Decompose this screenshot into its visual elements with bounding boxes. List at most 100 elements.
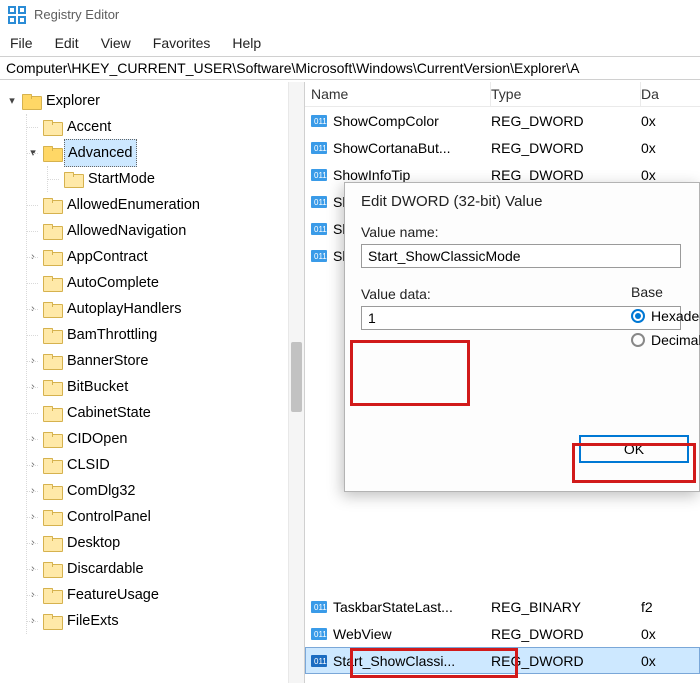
- tree-item[interactable]: › Desktop: [27, 530, 304, 556]
- tree-item-explorer[interactable]: ▾ Explorer: [6, 88, 304, 114]
- chevron-right-icon: ›: [27, 374, 39, 400]
- reg-value-icon: 011: [311, 113, 327, 129]
- radio-hexadecimal[interactable]: Hexadecima: [631, 304, 700, 328]
- tree-item[interactable]: StartMode: [48, 166, 304, 192]
- svg-text:011: 011: [314, 630, 327, 639]
- tree-label: Desktop: [67, 530, 120, 556]
- column-type[interactable]: Type: [491, 82, 641, 106]
- row-data: 0x: [641, 167, 700, 183]
- folder-icon: [43, 224, 61, 238]
- chevron-right-icon: ›: [27, 556, 39, 582]
- chevron-right-icon: ›: [27, 608, 39, 634]
- address-bar[interactable]: Computer\HKEY_CURRENT_USER\Software\Micr…: [0, 56, 700, 80]
- scrollbar-thumb[interactable]: [291, 342, 302, 412]
- tree-item[interactable]: CabinetState: [27, 400, 304, 426]
- tree-item[interactable]: AllowedEnumeration: [27, 192, 304, 218]
- radio-icon: [631, 333, 645, 347]
- row-data: 0x: [641, 140, 700, 156]
- tree-item[interactable]: › ComDlg32: [27, 478, 304, 504]
- menu-help[interactable]: Help: [232, 30, 261, 56]
- reg-value-icon: 011: [311, 167, 327, 183]
- folder-icon: [43, 614, 61, 628]
- reg-value-icon: 011: [311, 599, 327, 615]
- reg-value-icon: 011: [311, 653, 327, 669]
- tree-label: CIDOpen: [67, 426, 127, 452]
- tree-item[interactable]: › BitBucket: [27, 374, 304, 400]
- row-data: 0x: [641, 653, 700, 669]
- value-name-label: Value name:: [361, 224, 699, 240]
- tree-item[interactable]: BamThrottling: [27, 322, 304, 348]
- folder-icon: [43, 588, 61, 602]
- row-name: ShowInfoTip: [333, 167, 410, 183]
- radio-decimal[interactable]: Decimal: [631, 328, 700, 352]
- tree-item[interactable]: › FileExts: [27, 608, 304, 634]
- list-header[interactable]: Name Type Da: [305, 82, 700, 107]
- tree-label: ComDlg32: [67, 478, 136, 504]
- svg-text:011: 011: [314, 171, 327, 180]
- list-row[interactable]: 011 Start_ShowClassi... REG_DWORD 0x: [305, 647, 700, 674]
- chevron-right-icon: ›: [27, 530, 39, 556]
- list-row[interactable]: 011 TaskbarStateLast... REG_BINARY f2: [305, 593, 700, 620]
- folder-icon: [43, 250, 61, 264]
- tree-item[interactable]: Accent: [27, 114, 304, 140]
- tree-label: ControlPanel: [67, 504, 151, 530]
- tree-label: BitBucket: [67, 374, 128, 400]
- value-name-input[interactable]: [361, 244, 681, 268]
- tree-label: BannerStore: [67, 348, 148, 374]
- folder-icon: [43, 458, 61, 472]
- row-type: REG_DWORD: [491, 140, 641, 156]
- regedit-icon: [8, 6, 26, 24]
- folder-icon: [43, 510, 61, 524]
- row-name: TaskbarStateLast...: [333, 599, 453, 615]
- chevron-right-icon: ›: [27, 348, 39, 374]
- column-name[interactable]: Name: [311, 82, 491, 106]
- menu-edit[interactable]: Edit: [55, 30, 79, 56]
- tree-item[interactable]: › FeatureUsage: [27, 582, 304, 608]
- menu-favorites[interactable]: Favorites: [153, 30, 211, 56]
- chevron-right-icon: ›: [27, 452, 39, 478]
- edit-dword-dialog[interactable]: Edit DWORD (32-bit) Value Value name: Va…: [344, 182, 700, 492]
- menu-view[interactable]: View: [101, 30, 131, 56]
- list-row[interactable]: [305, 539, 700, 566]
- row-type: REG_DWORD: [491, 626, 641, 642]
- folder-icon: [43, 484, 61, 498]
- tree-label: CabinetState: [67, 400, 151, 426]
- folder-icon: [43, 146, 61, 160]
- ok-button[interactable]: OK: [579, 435, 689, 463]
- tree-item[interactable]: › BannerStore: [27, 348, 304, 374]
- list-row[interactable]: 011 ShowCortanaBut... REG_DWORD 0x: [305, 134, 700, 161]
- chevron-right-icon: ›: [27, 582, 39, 608]
- tree-item[interactable]: AllowedNavigation: [27, 218, 304, 244]
- tree-pane[interactable]: ▾ Explorer Accent ▾ Advanced StartMode A…: [0, 82, 305, 683]
- list-row[interactable]: [305, 566, 700, 593]
- tree-item[interactable]: › CIDOpen: [27, 426, 304, 452]
- base-label: Base: [631, 284, 700, 300]
- reg-value-icon: 011: [311, 140, 327, 156]
- folder-icon: [64, 172, 82, 186]
- folder-icon: [43, 302, 61, 316]
- folder-icon: [43, 432, 61, 446]
- tree-item[interactable]: › CLSID: [27, 452, 304, 478]
- list-row[interactable]: [305, 512, 700, 539]
- folder-icon: [43, 120, 61, 134]
- tree-item[interactable]: › Discardable: [27, 556, 304, 582]
- row-name: WebView: [333, 626, 392, 642]
- tree-scrollbar[interactable]: [288, 82, 304, 683]
- tree-item[interactable]: › AutoplayHandlers: [27, 296, 304, 322]
- tree-label: Advanced: [64, 139, 137, 167]
- chevron-right-icon: ›: [27, 478, 39, 504]
- list-row[interactable]: 011 WebView REG_DWORD 0x: [305, 620, 700, 647]
- tree-item[interactable]: › ControlPanel: [27, 504, 304, 530]
- tree-item[interactable]: › AppContract: [27, 244, 304, 270]
- tree-item[interactable]: ▾ Advanced: [27, 140, 304, 166]
- tree-item[interactable]: AutoComplete: [27, 270, 304, 296]
- column-data[interactable]: Da: [641, 82, 700, 106]
- row-type: REG_DWORD: [491, 113, 641, 129]
- tree-label: Discardable: [67, 556, 144, 582]
- menu-file[interactable]: File: [10, 30, 33, 56]
- folder-icon: [43, 536, 61, 550]
- row-type: REG_BINARY: [491, 599, 641, 615]
- folder-icon: [43, 198, 61, 212]
- list-row[interactable]: 011 ShowCompColor REG_DWORD 0x: [305, 107, 700, 134]
- menu-bar: File Edit View Favorites Help: [0, 30, 700, 56]
